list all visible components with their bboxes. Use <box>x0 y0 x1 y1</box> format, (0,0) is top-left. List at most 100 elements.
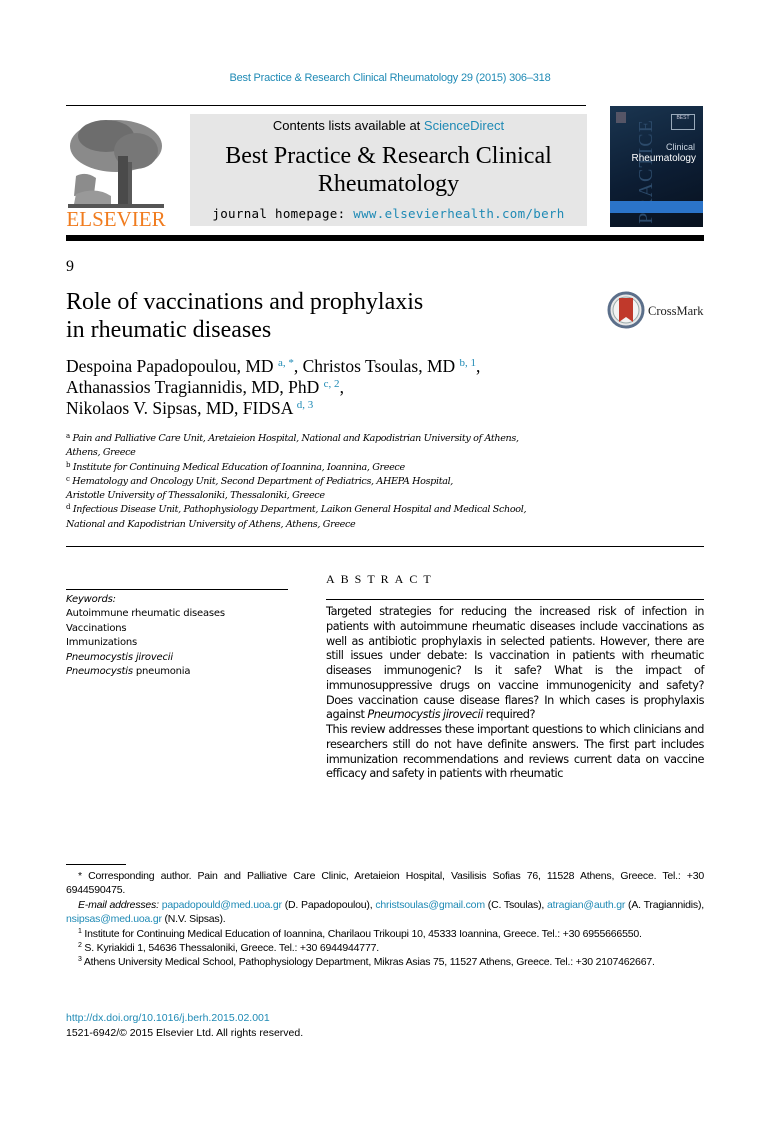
abstract-text: Targeted strategies for reducing the inc… <box>326 605 704 722</box>
keyword-item: Autoimmune rheumatic diseases <box>66 607 225 621</box>
affiliation-text: Infectious Disease Unit, Pathophysiology… <box>72 504 527 516</box>
journal-title: Best Practice & Research Clinical Rheuma… <box>190 142 587 198</box>
author-separator: , <box>339 377 344 397</box>
article-number: 9 <box>66 258 74 275</box>
keyword-text: pneumonia <box>132 666 191 678</box>
affiliation-text: Pain and Palliative Care Unit, Aretaieio… <box>72 433 519 444</box>
keyword-item: Immunizations <box>66 636 225 650</box>
cover-line1: Clinical <box>665 142 695 152</box>
footnote-text: Athens University Medical School, Pathop… <box>83 956 655 969</box>
keyword-italic: Pneumocystis jirovecii <box>66 651 173 663</box>
journal-cover-image[interactable]: BEST PRACTICE Clinical Rheumatology <box>610 106 703 227</box>
author-name: Despoina Papadopoulou, MD <box>66 356 274 376</box>
elsevier-wordmark: ELSEVIER <box>66 207 165 228</box>
affiliation-mark: b <box>66 460 71 469</box>
doi-link[interactable]: http://dx.doi.org/10.1016/j.berh.2015.02… <box>66 1012 270 1024</box>
elsevier-logo[interactable]: ELSEVIER <box>66 116 166 231</box>
section-rule <box>66 546 704 547</box>
keyword-text: Autoimmune rheumatic diseases <box>66 608 225 620</box>
email-link[interactable]: nsipsas@med.uoa.gr <box>66 913 162 925</box>
crossmark-label: CrossMark <box>648 304 704 318</box>
footnote-item: 1 Institute for Continuing Medical Educa… <box>66 927 704 941</box>
email-owner: (A. Tragiannidis), <box>625 898 704 911</box>
header-rule <box>66 105 586 106</box>
email-owner: (C. Tsoulas), <box>484 898 548 911</box>
article-title: Role of vaccinations and prophylaxis in … <box>66 288 566 344</box>
footnote-mark: 3 <box>78 956 82 964</box>
contents-line: Contents lists available at ScienceDirec… <box>190 118 587 133</box>
footnote-item: 3 Athens University Medical School, Path… <box>66 955 704 969</box>
running-head-link[interactable]: Best Practice & Research Clinical Rheuma… <box>0 72 780 84</box>
email-link[interactable]: papadopould@med.uoa.gr <box>162 899 282 911</box>
abstract-body: Targeted strategies for reducing the inc… <box>326 605 704 782</box>
affiliation-item: c Hematology and Oncology Unit, Second D… <box>66 475 626 489</box>
cover-publisher-mark <box>616 112 626 123</box>
author-name: Christos Tsoulas, MD <box>302 356 456 376</box>
affiliation-item: b Institute for Continuing Medical Educa… <box>66 461 626 475</box>
author-separator: , <box>293 356 303 376</box>
abstract-heading: ABSTRACT <box>326 572 437 586</box>
keyword-item: Vaccinations <box>66 622 225 636</box>
journal-homepage-link[interactable]: www.elsevierhealth.com/berh <box>353 206 564 221</box>
footnote-text: S. Kyriakidi 1, 54636 Thessaloniki, Gree… <box>84 942 379 955</box>
affiliation-item: d Infectious Disease Unit, Pathophysiolo… <box>66 503 626 517</box>
footnote-mark: 2 <box>78 942 82 950</box>
cover-tag: BEST <box>671 114 695 130</box>
author-name: Athanassios Tragiannidis, MD, PhD <box>66 377 320 397</box>
affiliations: a Pain and Palliative Care Unit, Aretaie… <box>66 432 626 532</box>
author-affiliation-link[interactable]: d, 3 <box>297 399 314 411</box>
affiliation-text: Hematology and Oncology Unit, Second Dep… <box>72 475 453 487</box>
email-owner: (N.V. Sipsas). <box>161 913 226 926</box>
journal-banner: Contents lists available at ScienceDirec… <box>190 114 587 226</box>
author-affiliation-link[interactable]: a, * <box>278 357 294 369</box>
contents-prefix: Contents lists available at <box>272 118 424 133</box>
keyword-item: Pneumocystis jirovecii <box>66 651 225 665</box>
footnote-item: 2 S. Kyriakidi 1, 54636 Thessaloniki, Gr… <box>66 941 704 955</box>
journal-title-line2: Rheumatology <box>317 171 460 197</box>
footnote-rule <box>66 864 126 865</box>
author-affiliation-link[interactable]: c, 2 <box>324 378 340 390</box>
journal-title-line1: Best Practice & Research Clinical <box>225 143 552 169</box>
homepage-line: journal homepage: www.elsevierhealth.com… <box>190 206 587 221</box>
affiliation-text: Institute for Continuing Medical Educati… <box>72 461 405 473</box>
email-owner: (D. Papadopoulou), <box>281 898 376 911</box>
footnote-text: Institute for Continuing Medical Educati… <box>84 927 642 940</box>
sciencedirect-link[interactable]: ScienceDirect <box>424 118 504 133</box>
keyword-text: Immunizations <box>66 637 138 649</box>
keyword-italic: Pneumocystis <box>66 666 133 678</box>
keyword-item: Pneumocystis pneumonia <box>66 665 225 679</box>
article-title-line1: Role of vaccinations and prophylaxis <box>66 289 424 315</box>
homepage-prefix: journal homepage: <box>212 206 354 221</box>
abstract-paragraph: Targeted strategies for reducing the inc… <box>326 605 704 723</box>
doi-block: http://dx.doi.org/10.1016/j.berh.2015.02… <box>66 1011 303 1041</box>
email-link[interactable]: christsoulas@gmail.com <box>375 899 485 911</box>
affiliation-text: National and Kapodistrian University of … <box>66 518 356 530</box>
footnote-mark: 1 <box>78 927 82 935</box>
footnote-emails: E-mail addresses: papadopould@med.uoa.gr… <box>66 898 704 927</box>
affiliation-text: Aristotle University of Thessaloniki, Th… <box>66 490 325 502</box>
abstract-italic: Pneumocystis jirovecii <box>367 708 483 722</box>
affiliation-mark: c <box>66 474 70 483</box>
abstract-paragraph: This review addresses these important qu… <box>326 723 704 781</box>
footnote-corresponding: * Corresponding author. Pain and Palliat… <box>66 870 704 897</box>
keyword-text: Vaccinations <box>66 622 127 634</box>
author-affiliation-link[interactable]: b, 1 <box>460 357 477 369</box>
affiliation-text: Athens, Greece <box>66 447 136 459</box>
author-name: Nikolaos V. Sipsas, MD, FIDSA <box>66 398 293 418</box>
keywords-label: Keywords: <box>66 594 116 605</box>
author-separator: , <box>476 356 481 376</box>
abstract-text: required? <box>482 708 536 722</box>
keywords-list: Keywords: Autoimmune rheumatic diseases … <box>66 593 225 679</box>
email-link[interactable]: atragian@auth.gr <box>547 899 625 911</box>
copyright-line: 1521-6942/© 2015 Elsevier Ltd. All right… <box>66 1027 304 1039</box>
cover-line2: Rheumatology <box>631 153 696 164</box>
footnotes: * Corresponding author. Pain and Palliat… <box>66 869 704 970</box>
cover-accent-band <box>610 201 703 213</box>
email-label: E-mail addresses: <box>78 898 162 911</box>
crossmark-button[interactable]: CrossMark <box>607 291 707 331</box>
masthead-thick-rule <box>66 235 704 241</box>
affiliation-item: a Pain and Palliative Care Unit, Aretaie… <box>66 432 626 446</box>
affiliation-mark: a <box>66 432 70 440</box>
article-title-line2: in rheumatic diseases <box>66 317 272 343</box>
author-list: Despoina Papadopoulou, MD a, *, Christos… <box>66 356 626 419</box>
